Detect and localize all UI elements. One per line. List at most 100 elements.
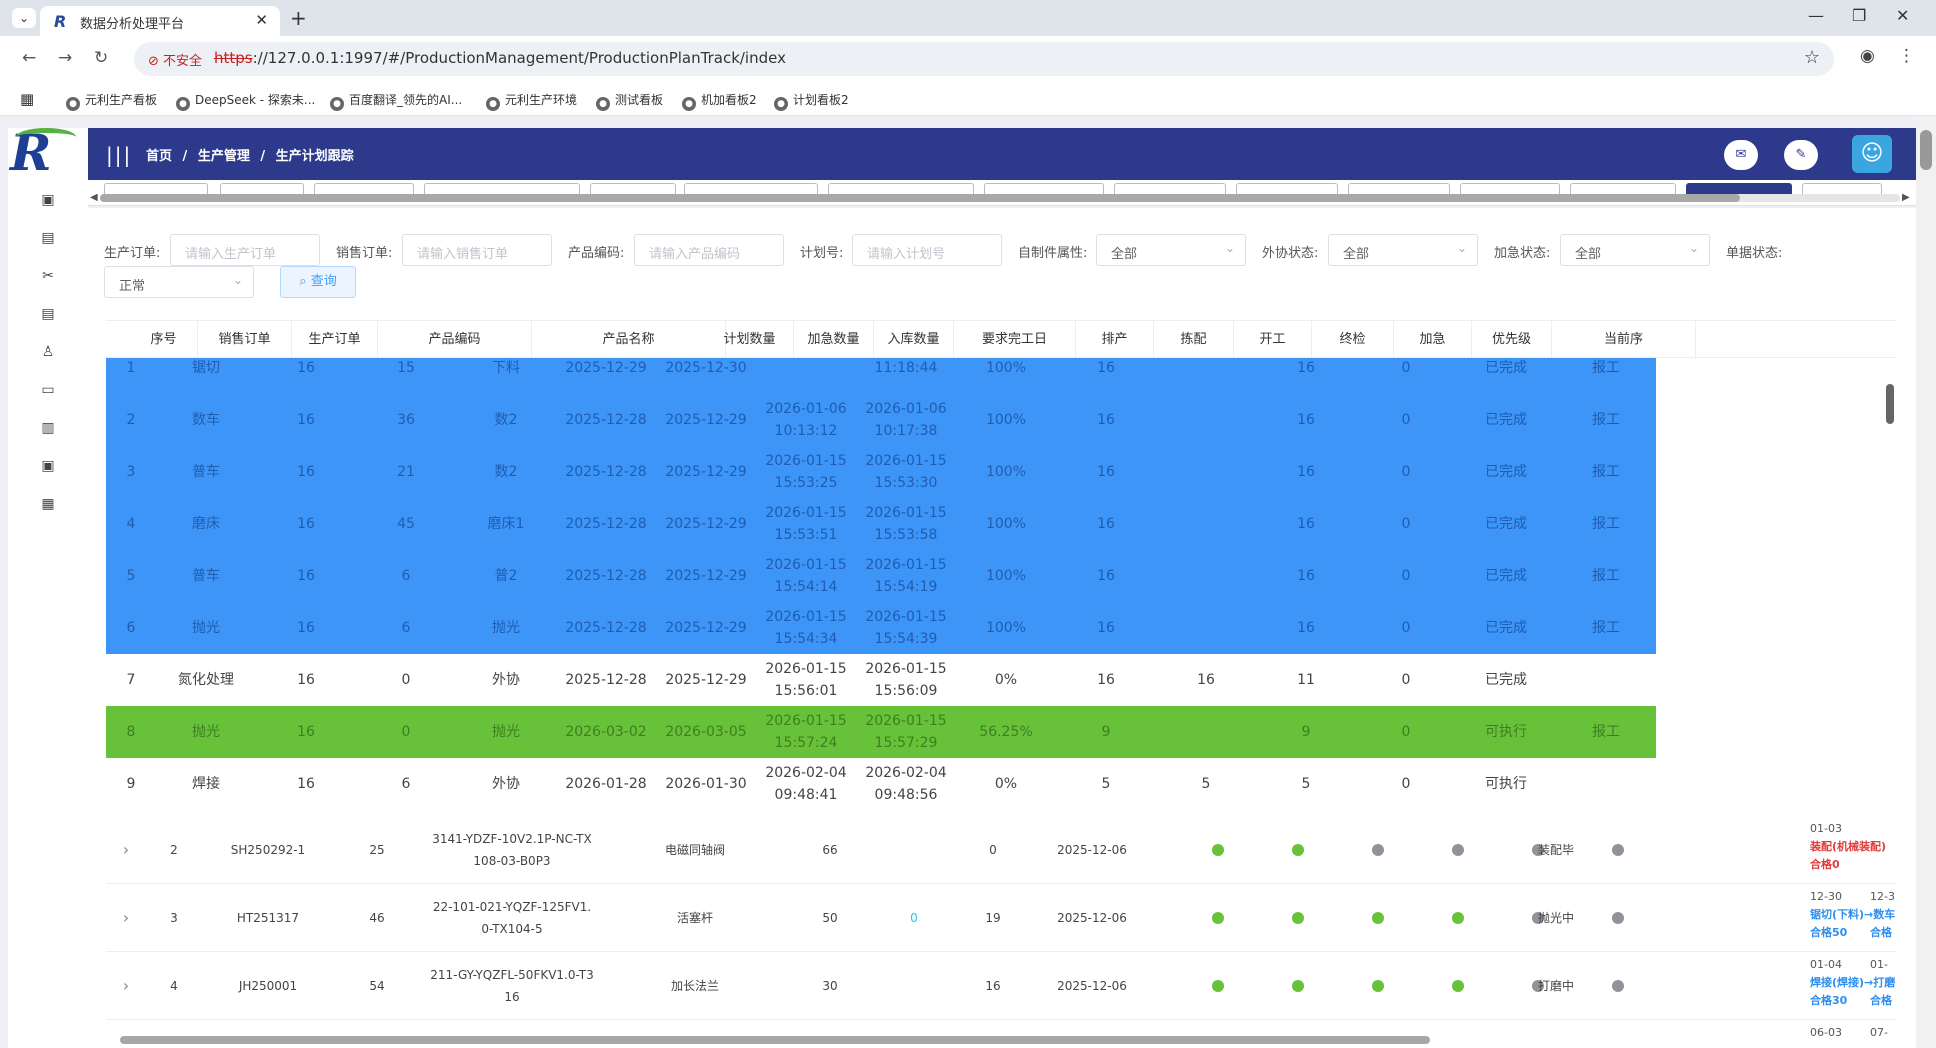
report-link[interactable]: 报工 — [1556, 358, 1656, 394]
restore-icon[interactable]: ❐ — [1852, 6, 1866, 25]
process-row[interactable]: 3 普车 16 21 数2 2025-12-28 2025-12-29 2026-01-15 … — [106, 446, 1656, 498]
doc-status-select[interactable]: 正常 ⌄ — [104, 266, 254, 298]
screen-icon[interactable]: ▣ — [38, 458, 58, 476]
table-horizontal-scrollbar[interactable] — [120, 1036, 1430, 1044]
reload-icon[interactable]: ↻ — [94, 48, 108, 68]
new-tab-icon[interactable]: + — [290, 6, 307, 30]
report-link[interactable] — [1556, 758, 1656, 810]
page-scrollbar[interactable] — [1916, 116, 1936, 1048]
close-tab-icon[interactable]: ✕ — [255, 11, 268, 29]
process-row[interactable]: 5 普车 16 6 普2 2025-12-28 2025-12-29 2026-01-15 1… — [106, 550, 1656, 602]
stage-name[interactable]: 装配(机械装配) — [1810, 838, 1886, 856]
tab-list-dropdown[interactable]: ⌄ — [12, 8, 36, 28]
column-header[interactable]: 销售订单 — [198, 321, 292, 359]
bookmark-1[interactable]: ● 元利生产看板 — [66, 91, 157, 111]
list-icon[interactable]: ▤ — [38, 306, 58, 324]
document-icon[interactable]: ▤ — [38, 230, 58, 248]
tools-icon[interactable]: ✂ — [38, 268, 58, 286]
table-row[interactable]: › 2 SH250292-1 25 3141-YDZF-10V2.1P-NC-TX108… — [106, 816, 1896, 884]
column-header[interactable]: 开工 — [1234, 321, 1312, 359]
breadcrumb-home[interactable]: 首页 — [146, 149, 172, 164]
column-header[interactable]: 产品名称 — [532, 321, 726, 359]
insecure-badge[interactable]: ⊘ 不安全 — [148, 50, 202, 69]
report-link[interactable]: 报工 — [1556, 498, 1656, 550]
column-header[interactable]: 排产 — [1076, 321, 1154, 359]
column-header[interactable]: 加急 — [1394, 321, 1472, 359]
url-text[interactable]: https://127.0.0.1:1997/#/ProductionManag… — [214, 49, 786, 67]
process-row[interactable]: 6 抛光 16 6 抛光 2025-12-28 2025-12-29 2026-01-15 1… — [106, 602, 1656, 654]
close-window-icon[interactable]: ✕ — [1896, 6, 1909, 25]
column-header[interactable]: 产品编码 — [378, 321, 532, 359]
report-link[interactable]: 报工 — [1556, 446, 1656, 498]
column-header[interactable]: 当前序 — [1552, 321, 1696, 359]
plan-no-input[interactable]: 请输入计划号 — [852, 234, 1002, 266]
report-link[interactable]: 报工 — [1556, 550, 1656, 602]
process-row[interactable]: 2 数车 16 36 数2 2025-12-28 2025-12-29 2026-01-06 … — [106, 394, 1656, 446]
stage-name[interactable]: 锯切(下料)→数车 — [1810, 906, 1895, 924]
browser-tab[interactable]: R 数据分析处理平台 ✕ — [40, 6, 280, 36]
bookmark-6[interactable]: ● 机加看板2 — [682, 91, 757, 111]
stage-name[interactable]: 焊接(焊接)→打磨 — [1810, 974, 1895, 992]
machine-icon[interactable]: ▭ — [38, 382, 58, 400]
bookmark-2[interactable]: ● DeepSeek - 探索未... — [176, 91, 315, 111]
query-button[interactable]: ⌕ 查询 — [280, 266, 356, 298]
outsource-select[interactable]: 全部 ⌄ — [1328, 234, 1478, 266]
breadcrumb-production[interactable]: 生产管理 — [198, 149, 250, 164]
menu-kebab-icon[interactable]: ⋮ — [1898, 46, 1915, 66]
process-row[interactable]: 1 锯切 16 15 下料 2025-12-29 2025-12-30 11:18:44 100… — [106, 358, 1656, 394]
minimize-icon[interactable]: — — [1808, 6, 1824, 25]
hamburger-icon[interactable]: ||| — [106, 143, 132, 167]
scroll-left-icon[interactable]: ◀ — [90, 192, 98, 203]
process-row[interactable]: 9 焊接 16 6 外协 2026-01-28 2026-01-30 2026-02-04 0… — [106, 758, 1656, 810]
prod-order-input[interactable]: 请输入生产订单 — [170, 234, 320, 266]
column-header[interactable]: 加急数量 — [794, 321, 874, 359]
report-link[interactable] — [1556, 654, 1656, 706]
calendar-icon[interactable]: ▦ — [38, 496, 58, 514]
column-header[interactable]: 拣配 — [1154, 321, 1234, 359]
product-code-input[interactable]: 请输入产品编码 — [634, 234, 784, 266]
bookmark-7[interactable]: ● 计划看板2 — [774, 91, 849, 111]
stamp-icon[interactable]: ♙ — [38, 344, 58, 362]
bookmark-star-icon[interactable]: ☆ — [1804, 47, 1820, 68]
scroll-right-icon[interactable]: ▶ — [1902, 192, 1910, 203]
report-link[interactable]: 报工 — [1556, 706, 1656, 758]
expand-chevron-icon[interactable]: › — [106, 816, 146, 884]
url-bar[interactable]: ⊘ 不安全 https://127.0.0.1:1997/#/Productio… — [134, 42, 1834, 76]
bookmark-5[interactable]: ● 测试看板 — [596, 91, 663, 111]
urgent-select[interactable]: 全部 ⌄ — [1560, 234, 1710, 266]
row-cell-stored: 0 — [989, 843, 997, 857]
back-icon[interactable]: ← — [22, 48, 36, 68]
edit-icon[interactable]: ✎ — [1784, 140, 1818, 170]
expand-chevron-icon[interactable]: › — [106, 952, 146, 1020]
column-header[interactable]: 要求完工日 — [954, 321, 1076, 359]
process-row[interactable]: 4 磨床 16 45 磨床1 2025-12-28 2025-12-29 2026-01-15… — [106, 498, 1656, 550]
mail-icon[interactable]: ✉ — [1724, 140, 1758, 170]
profile-icon[interactable]: ◉ — [1860, 46, 1875, 66]
report-icon[interactable]: ▥ — [38, 420, 58, 438]
report-link[interactable]: 报工 — [1556, 602, 1656, 654]
apps-grid-icon[interactable]: ▦ — [20, 90, 34, 108]
column-header[interactable]: 序号 — [130, 321, 198, 359]
bookmark-4[interactable]: ● 元利生产环境 — [486, 91, 577, 111]
forward-icon[interactable]: → — [58, 48, 72, 68]
tags-scrollbar[interactable] — [100, 194, 1900, 202]
report-link[interactable]: 报工 — [1556, 394, 1656, 446]
column-header[interactable]: 终检 — [1312, 321, 1394, 359]
inner-scrollbar[interactable] — [1886, 360, 1898, 1040]
process-row[interactable]: 7 氮化处理 16 0 外协 2025-12-28 2025-12-29 2026-01-15… — [106, 654, 1656, 706]
column-header[interactable]: 入库数量 — [874, 321, 954, 359]
sales-order-input[interactable]: 请输入销售订单 — [402, 234, 552, 266]
status-dot — [1372, 912, 1384, 924]
column-header[interactable]: 生产订单 — [292, 321, 378, 359]
avatar[interactable]: ☺ — [1852, 135, 1892, 173]
bookmark-3[interactable]: ● 百度翻译_领先的AI... — [330, 91, 462, 111]
process-row[interactable]: 8 抛光 16 0 抛光 2026-03-02 2026-03-05 2026-01-15 1… — [106, 706, 1656, 758]
column-header[interactable]: 计划数量 — [706, 321, 794, 359]
expand-chevron-icon[interactable]: › — [106, 884, 146, 952]
table-row[interactable]: › 4 JH250001 54 211-GY-YQZFL-50FKV1.0-T316 加长… — [106, 952, 1896, 1020]
monitor-icon[interactable]: ▣ — [38, 192, 58, 210]
self-made-select[interactable]: 全部 ⌄ — [1096, 234, 1246, 266]
table-row[interactable]: › 3 HT251317 46 22-101-021-YQZF-125FV1.0-TX1… — [106, 884, 1896, 952]
column-header[interactable]: 优先级 — [1472, 321, 1552, 359]
process-cell: 16 — [1097, 516, 1115, 532]
